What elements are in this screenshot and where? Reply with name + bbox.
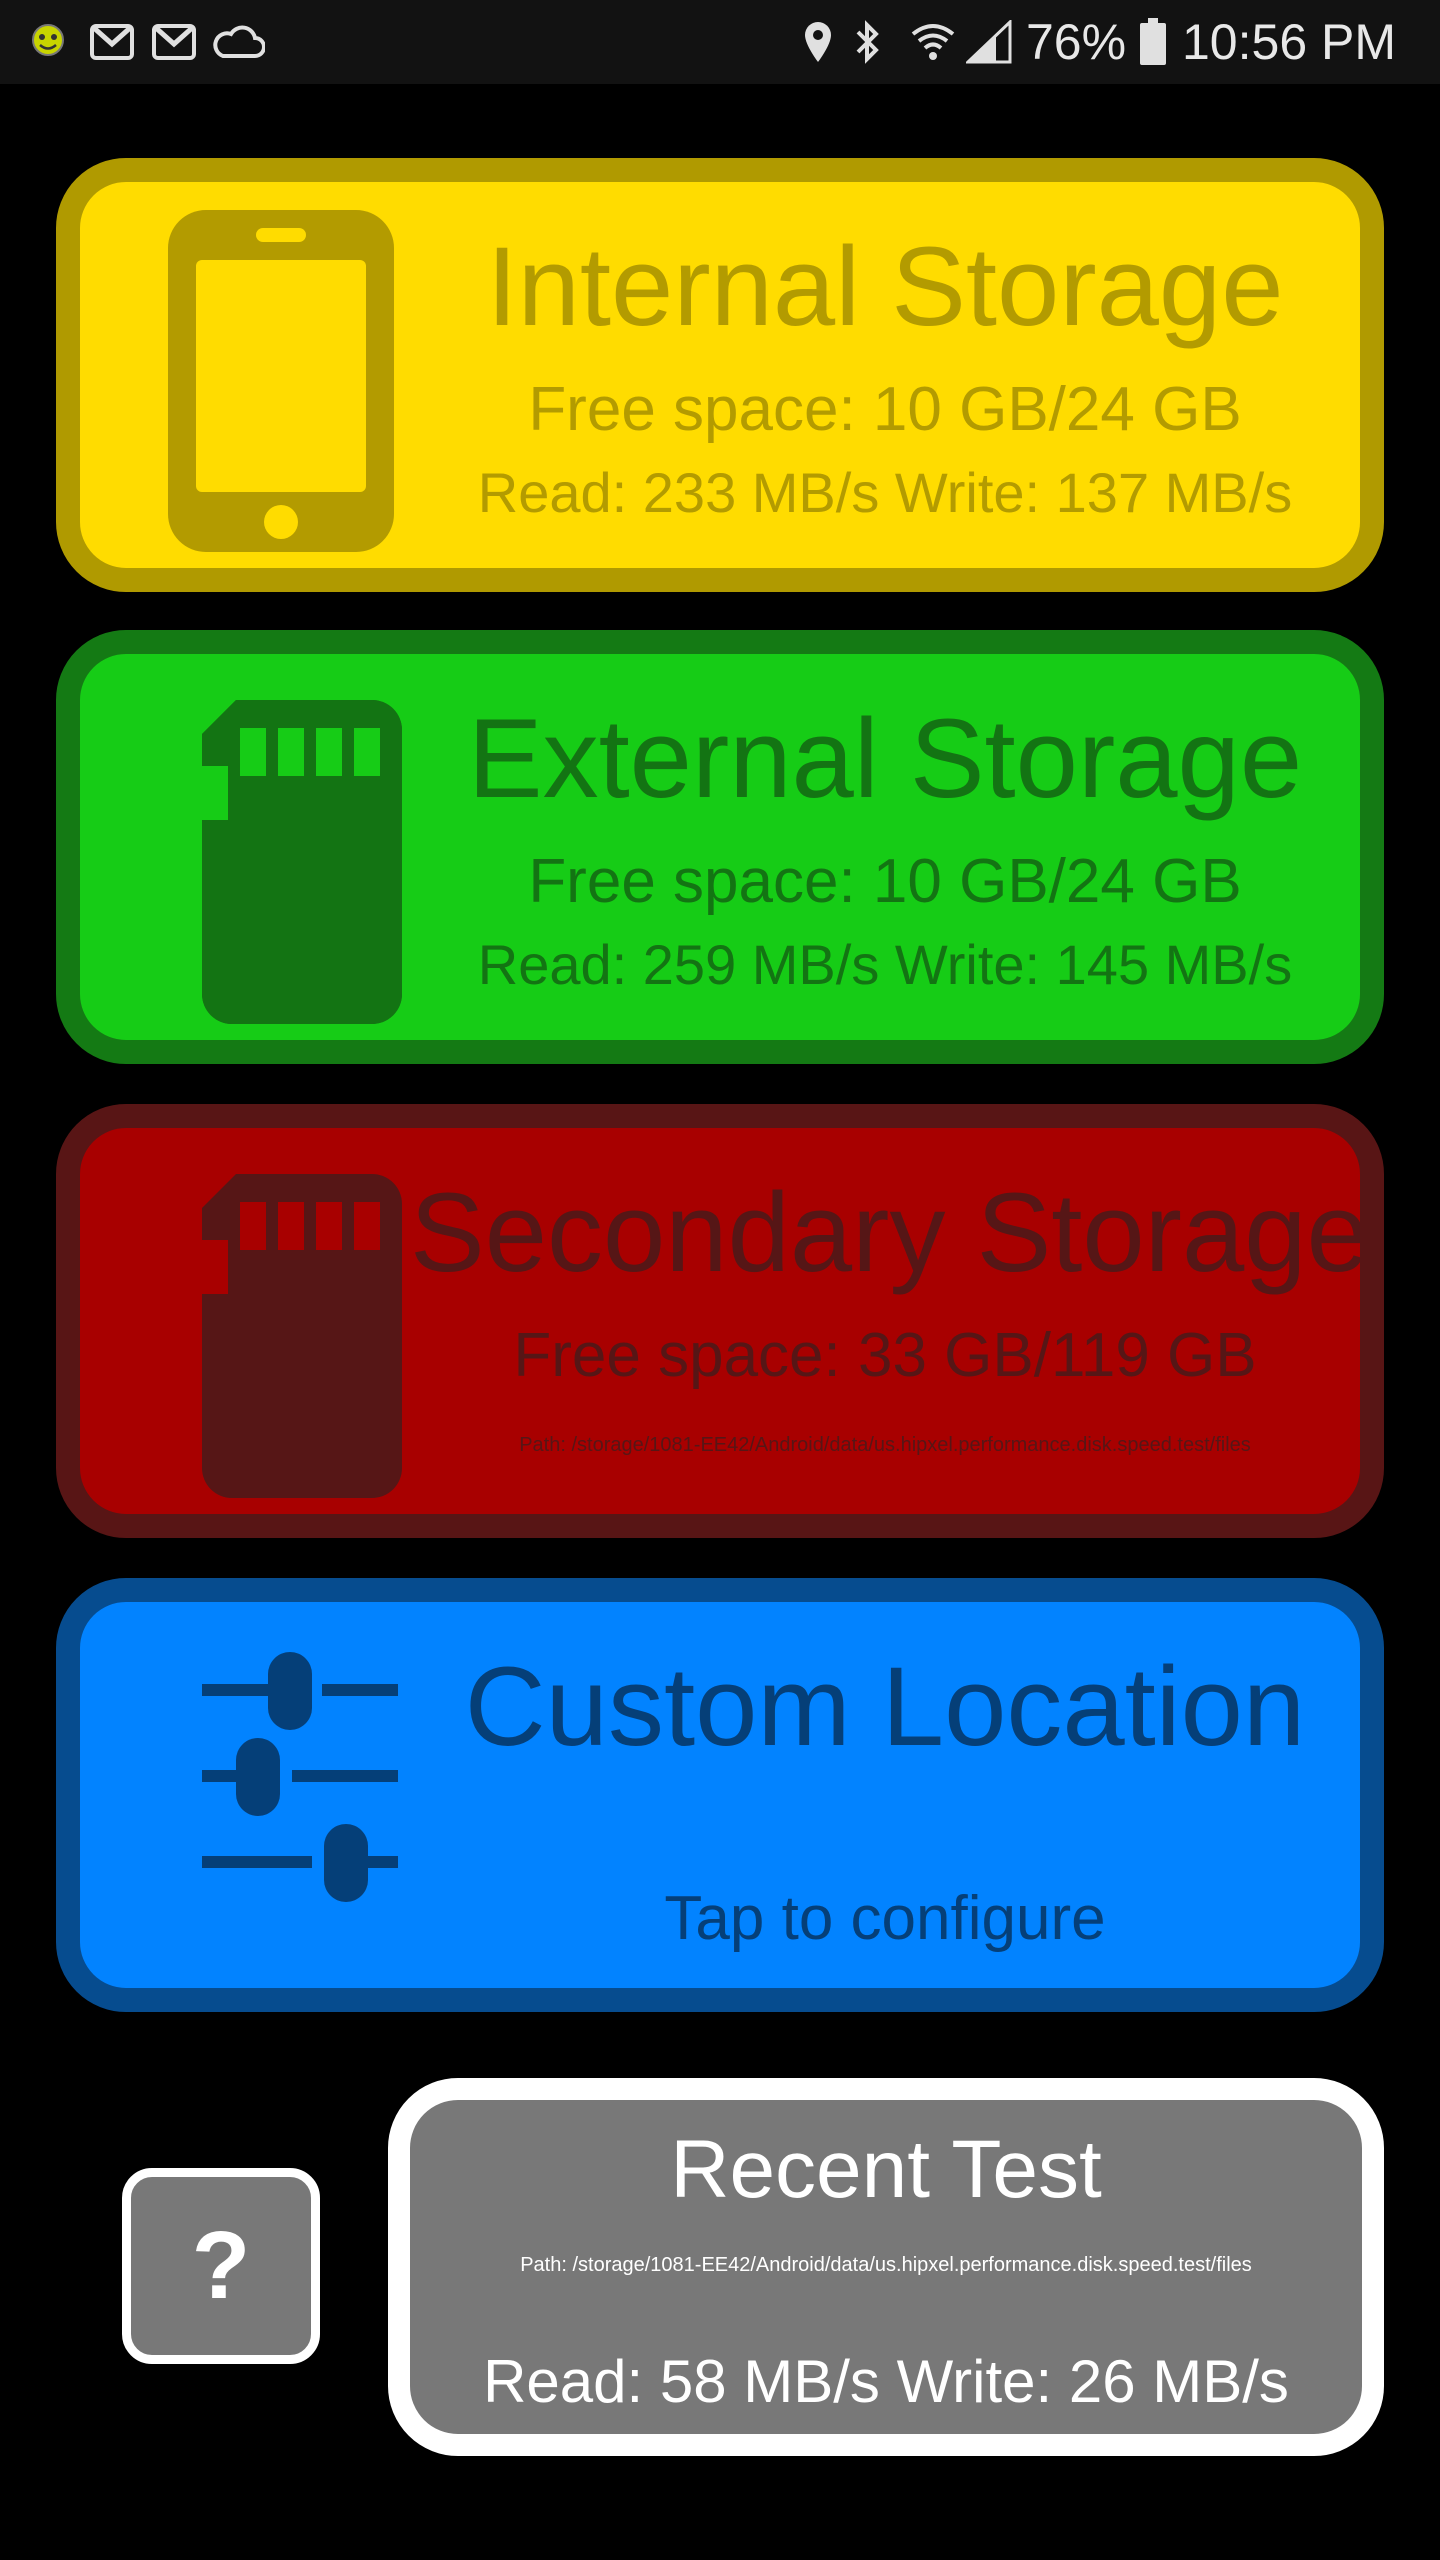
location-icon	[800, 18, 836, 66]
help-button[interactable]: ?	[122, 2168, 320, 2364]
clock: 10:56 PM	[1182, 14, 1397, 70]
external-speed: Read: 259 MB/s Write: 145 MB/s	[477, 933, 1293, 996]
secondary-storage-card[interactable]: Secondary Storage Free space: 33 GB/119 …	[56, 1104, 1384, 1538]
internal-storage-card[interactable]: Internal Storage Free space: 10 GB/24 GB…	[56, 158, 1384, 592]
sliders-icon	[140, 1618, 410, 1972]
secondary-storage-title: Secondary Storage	[410, 1170, 1369, 1295]
external-free-space: Free space: 10 GB/24 GB	[528, 847, 1242, 916]
app-screen: 76% 10:56 PM Internal Storage Free space…	[0, 0, 1440, 2560]
battery-percent: 76%	[1026, 14, 1127, 70]
recent-test-title: Recent Test	[670, 2124, 1102, 2215]
recent-test-speed: Read: 58 MB/s Write: 26 MB/s	[483, 2348, 1289, 2415]
battery-icon	[1136, 18, 1170, 66]
internal-speed: Read: 233 MB/s Write: 137 MB/s	[477, 461, 1293, 524]
cloud-icon	[210, 18, 266, 66]
sd-card-icon	[140, 1144, 410, 1498]
custom-location-title: Custom Location	[464, 1644, 1306, 1769]
sd-card-icon	[140, 670, 410, 1024]
secondary-path: Path: /storage/1081-EE42/Android/data/us…	[519, 1434, 1251, 1456]
wifi-icon	[908, 18, 958, 66]
app-face-icon	[26, 18, 70, 66]
phone-icon	[140, 198, 410, 552]
custom-location-card[interactable]: Custom Location Tap to configure	[56, 1578, 1384, 2012]
bluetooth-icon	[848, 18, 888, 66]
internal-storage-title: Internal Storage	[486, 224, 1284, 349]
status-bar: 76% 10:56 PM	[0, 0, 1440, 84]
custom-location-subtitle: Tap to configure	[664, 1884, 1106, 1953]
external-storage-card[interactable]: External Storage Free space: 10 GB/24 GB…	[56, 630, 1384, 1064]
internal-free-space: Free space: 10 GB/24 GB	[528, 375, 1242, 444]
gmail-icon	[150, 18, 198, 66]
recent-test-card[interactable]: Recent Test Path: /storage/1081-EE42/And…	[388, 2078, 1384, 2456]
recent-test-path: Path: /storage/1081-EE42/Android/data/us…	[520, 2254, 1252, 2276]
gmail-icon	[88, 18, 136, 66]
external-storage-title: External Storage	[467, 696, 1303, 821]
secondary-free-space: Free space: 33 GB/119 GB	[513, 1321, 1257, 1390]
signal-icon	[964, 18, 1014, 66]
